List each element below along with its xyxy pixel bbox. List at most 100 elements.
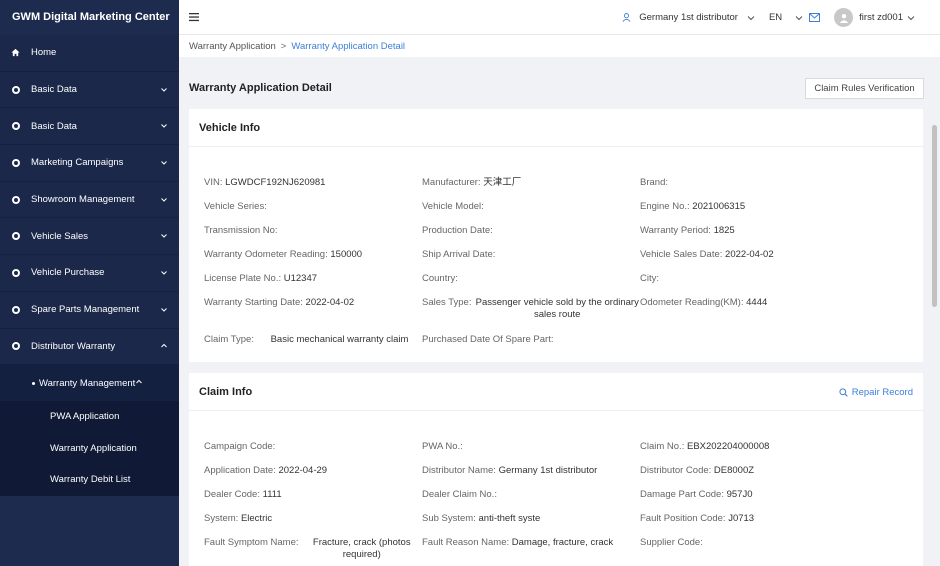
sidebar-item-label: PWA Application [50,411,120,423]
sidebar-item-distributor-warranty[interactable]: Distributor Warranty [0,328,179,366]
sidebar-item-label: Home [31,47,57,59]
chevron-down-icon [795,15,803,20]
field-label: Country: [422,273,458,284]
field-damage-part-code: Damage Part Code: 957J0 [640,489,858,501]
field-label: Damage Part Code: [640,489,724,500]
sidebar-item-spare-parts-management[interactable]: Spare Parts Management [0,291,179,329]
field-label: Sales Type: [422,297,472,308]
sidebar-item-vehicle-sales[interactable]: Vehicle Sales [0,218,179,256]
field-label: Fault Symptom Name: [204,537,299,548]
sidebar-item-label: Basic Data [31,120,77,132]
field-supplier-code: Supplier Code: [640,537,858,549]
sidebar-item-warranty-debit-list[interactable]: Warranty Debit List [0,464,179,496]
field-value: anti-theft syste [478,513,541,524]
scrollbar-thumb[interactable] [932,125,937,307]
field-value: 2022-04-02 [305,297,355,308]
sidebar-menu: Home Basic Data Basic Data Marketing Campai… [0,35,179,496]
field-value: Basic mechanical warranty claim [270,334,409,345]
claim-info-card: Claim Info Repair Record Campaign Code: … [189,373,923,566]
field-label: Application Date: [204,465,276,476]
field-label: Warranty Starting Date: [204,297,303,308]
field-vehicle-model: Vehicle Model: [422,201,640,213]
chevron-down-icon [907,15,915,20]
breadcrumb-parent[interactable]: Warranty Application [189,41,276,52]
hamburger-menu-icon[interactable] [189,12,199,22]
field-value: Electric [240,513,273,524]
sidebar-item-showroom-management[interactable]: Showroom Management [0,181,179,219]
field-label: Purchased Date Of Spare Part: [422,334,554,345]
field-system: System: Electric [204,513,422,525]
chevron-down-icon [160,196,168,204]
user-outline-icon [622,13,631,22]
field-purchased-date-of-spare-part: Purchased Date Of Spare Part: [422,334,640,346]
repair-record-link[interactable]: Repair Record [839,387,913,398]
field-pwa-no: PWA No.: [422,441,640,453]
field-value: 2022-04-29 [278,465,328,476]
field-engine-no: Engine No.: 2021006315 [640,201,858,213]
sidebar-item-label: Warranty Application [50,442,137,454]
sidebar-item-home[interactable]: Home [0,35,179,72]
field-value: 1825 [713,225,735,236]
distributor-selector[interactable]: Germany 1st distributor [622,12,755,23]
main-content: Warranty Application Detail Claim Rules … [179,57,940,566]
field-value: 957J0 [726,489,753,500]
sidebar-item-label: Basic Data [31,84,77,96]
field-value: Germany 1st distributor [498,465,598,476]
chevron-up-icon [160,342,168,350]
user-icon [839,13,848,23]
language-selector[interactable]: EN [769,12,803,23]
field-warranty-odometer-reading: Warranty Odometer Reading: 150000 [204,249,422,261]
user-name: first zd001 [859,12,903,23]
sidebar-item-marketing-campaigns[interactable]: Marketing Campaigns [0,145,179,182]
circle-icon [11,85,20,94]
user-menu[interactable]: first zd001 [834,8,915,27]
field-label: Vehicle Sales Date: [640,249,723,260]
sidebar-item-label: Distributor Warranty [31,340,116,352]
field-label: Supplier Code: [640,537,703,548]
field-label: Fault Position Code: [640,513,726,524]
circle-icon [11,158,20,167]
message-button[interactable] [809,13,821,22]
circle-icon [11,232,20,241]
search-icon [839,388,848,397]
field-vehicle-sales-date: Vehicle Sales Date: 2022-04-02 [640,249,858,261]
field-label: Campaign Code: [204,441,276,452]
field-city: City: [640,273,858,285]
home-icon [11,48,20,57]
field-label: Brand: [640,177,668,188]
avatar [834,8,854,27]
field-odometer-reading-km: Odometer Reading(KM): 4444 [640,297,858,309]
sidebar-item-vehicle-purchase[interactable]: Vehicle Purchase [0,255,179,292]
field-value: U12347 [283,273,318,284]
sidebar-item-pwa-application[interactable]: PWA Application [0,401,179,433]
sidebar-item-label: Vehicle Purchase [31,267,105,279]
breadcrumb-current: Warranty Application Detail [291,40,406,52]
field-sub-system: Sub System: anti-theft syste [422,513,640,525]
field-value: 2022-04-02 [725,249,774,260]
sidebar: GWM Digital Marketing Center Home Basic D… [0,0,179,566]
distributor-name: Germany 1st distributor [639,12,738,23]
field-value: 2021006315 [692,201,746,212]
field-label: Dealer Claim No.: [422,489,497,500]
field-license-plate-no: License Plate No.: U12347 [204,273,422,285]
claim-info-header: Claim Info Repair Record [189,373,923,411]
sidebar-item-warranty-management[interactable]: Warranty Management [0,365,179,402]
field-vin: VIN: LGWDCF192NJ620981 [204,177,422,189]
top-header: Germany 1st distributor EN first zd001 [179,0,940,35]
chevron-down-icon [747,15,755,20]
bullet-icon [32,381,35,385]
sidebar-item-basic-data[interactable]: Basic Data [0,71,179,109]
field-label: Distributor Name: [422,465,496,476]
sidebar-item-warranty-application[interactable]: Warranty Application [0,432,179,465]
field-label: Sub System: [422,513,476,524]
mail-icon [809,13,821,22]
circle-icon [11,305,20,314]
field-label: City: [640,273,659,284]
sidebar-item-basic-data[interactable]: Basic Data [0,108,179,146]
page-title: Warranty Application Detail [189,82,332,94]
sidebar-item-label: Spare Parts Management [31,304,140,316]
breadcrumb: Warranty Application > Warranty Applicat… [179,35,940,57]
field-value: Passenger vehicle sold by the ordinary s… [475,297,639,320]
field-value: 天津工厂 [483,177,522,188]
claim-rules-verification-button[interactable]: Claim Rules Verification [805,78,924,99]
